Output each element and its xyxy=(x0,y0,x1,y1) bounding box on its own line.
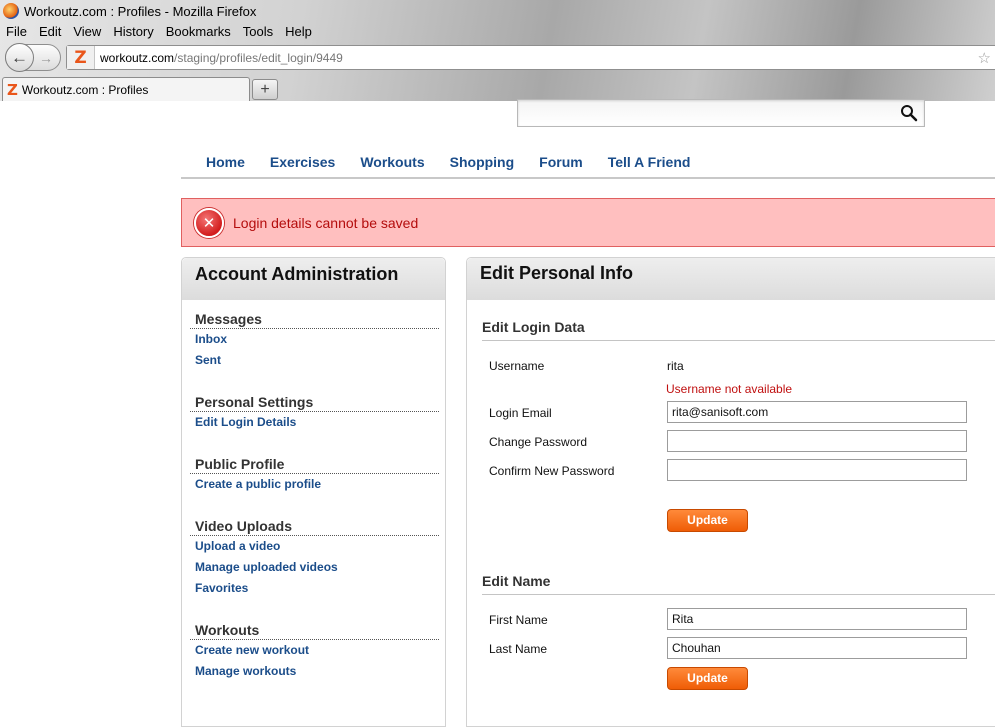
menu-help[interactable]: Help xyxy=(279,22,318,42)
link-inbox[interactable]: Inbox xyxy=(190,329,439,350)
change-password-field[interactable] xyxy=(667,430,967,452)
video-uploads-section: Video Uploads Upload a video Manage uplo… xyxy=(190,513,439,599)
link-edit-login-details[interactable]: Edit Login Details xyxy=(190,412,439,433)
messages-section: Messages Inbox Sent xyxy=(190,306,439,371)
confirm-password-label: Confirm New Password xyxy=(489,464,615,478)
update-login-button[interactable]: Update xyxy=(667,509,748,532)
nav-workouts[interactable]: Workouts xyxy=(335,151,424,177)
username-value: rita xyxy=(667,359,684,373)
tab-title: Workoutz.com : Profiles xyxy=(21,82,149,97)
menu-history[interactable]: History xyxy=(107,22,159,42)
error-banner: ✕ Login details cannot be saved xyxy=(181,198,995,247)
back-arrow-icon: ← xyxy=(11,47,28,67)
address-bar[interactable]: Z workoutz.com/staging/profiles/edit_log… xyxy=(66,45,995,70)
link-create-new-workout[interactable]: Create new workout xyxy=(190,640,439,661)
error-icon: ✕ xyxy=(194,207,224,238)
first-name-label: First Name xyxy=(489,613,548,627)
login-email-label: Login Email xyxy=(489,406,552,420)
edit-login-data-heading: Edit Login Data xyxy=(482,319,995,341)
link-upload-video[interactable]: Upload a video xyxy=(190,536,439,557)
nav-forum[interactable]: Forum xyxy=(514,151,583,177)
error-x-glyph: ✕ xyxy=(202,214,216,232)
bookmark-star-icon[interactable]: ☆ xyxy=(978,49,991,67)
confirm-password-field[interactable] xyxy=(667,459,967,481)
section-title-personal-settings: Personal Settings xyxy=(190,389,439,412)
nav-tell-a-friend[interactable]: Tell A Friend xyxy=(583,151,691,177)
edit-personal-info-title: Edit Personal Info xyxy=(467,258,995,300)
last-name-field[interactable]: Chouhan xyxy=(667,637,967,659)
nav-home[interactable]: Home xyxy=(181,151,245,177)
firefox-logo-icon xyxy=(3,3,19,19)
site-search-input[interactable] xyxy=(517,99,925,127)
tab-favicon-icon: Z xyxy=(7,80,18,99)
site-favicon-icon: Z xyxy=(74,47,87,68)
back-button[interactable]: ← xyxy=(5,43,34,72)
menu-tools[interactable]: Tools xyxy=(237,22,279,42)
menu-bookmarks[interactable]: Bookmarks xyxy=(160,22,237,42)
last-name-label: Last Name xyxy=(489,642,548,656)
url-text: workoutz.com/staging/profiles/edit_login… xyxy=(100,51,343,65)
menu-bar: File Edit View History Bookmarks Tools H… xyxy=(0,22,318,42)
link-sent[interactable]: Sent xyxy=(190,350,439,371)
section-title-public-profile: Public Profile xyxy=(190,451,439,474)
nav-exercises[interactable]: Exercises xyxy=(245,151,335,177)
edit-name-heading: Edit Name xyxy=(482,573,995,595)
site-identity-button[interactable]: Z xyxy=(67,46,95,69)
public-profile-section: Public Profile Create a public profile xyxy=(190,451,439,495)
login-email-field[interactable]: rita@sanisoft.com xyxy=(667,401,967,423)
username-error: Username not available xyxy=(666,382,793,396)
first-name-field[interactable]: Rita xyxy=(667,608,967,630)
username-label: Username xyxy=(489,359,545,373)
main-navigation: Home Exercises Workouts Shopping Forum T… xyxy=(181,151,995,179)
workouts-section: Workouts Create new workout Manage worko… xyxy=(190,617,439,682)
url-path: /staging/profiles/edit_login/9449 xyxy=(174,50,343,65)
link-manage-uploaded-videos[interactable]: Manage uploaded videos xyxy=(190,557,439,578)
section-title-video-uploads: Video Uploads xyxy=(190,513,439,536)
new-tab-button[interactable]: + xyxy=(252,79,278,100)
section-title-workouts: Workouts xyxy=(190,617,439,640)
window-title: Workoutz.com : Profiles - Mozilla Firefo… xyxy=(24,3,257,19)
edit-personal-info-panel: Edit Personal Info Edit Login Data Usern… xyxy=(466,257,995,727)
link-favorites[interactable]: Favorites xyxy=(190,578,439,599)
account-admin-title: Account Administration xyxy=(182,258,445,300)
forward-arrow-icon: → xyxy=(39,49,53,66)
section-title-messages: Messages xyxy=(190,306,439,329)
link-manage-workouts[interactable]: Manage workouts xyxy=(190,661,439,682)
menu-edit[interactable]: Edit xyxy=(33,22,67,42)
nav-shopping[interactable]: Shopping xyxy=(425,151,515,177)
browser-chrome: Workoutz.com : Profiles - Mozilla Firefo… xyxy=(0,0,995,101)
personal-settings-section: Personal Settings Edit Login Details xyxy=(190,389,439,433)
search-icon[interactable] xyxy=(900,104,918,122)
change-password-label: Change Password xyxy=(489,435,588,449)
browser-tab-profiles[interactable]: Z Workoutz.com : Profiles xyxy=(2,77,250,101)
window-titlebar: Workoutz.com : Profiles - Mozilla Firefo… xyxy=(0,0,995,22)
update-name-button[interactable]: Update xyxy=(667,667,748,690)
account-admin-panel: Account Administration Messages Inbox Se… xyxy=(181,257,446,727)
forward-button[interactable]: → xyxy=(36,48,56,67)
plus-icon: + xyxy=(260,80,270,98)
tab-strip: Z Workoutz.com : Profiles + xyxy=(0,77,995,101)
menu-view[interactable]: View xyxy=(67,22,107,42)
error-message: Login details cannot be saved xyxy=(233,214,419,231)
menu-file[interactable]: File xyxy=(0,22,33,42)
navigation-toolbar: ← → Z workoutz.com/staging/profiles/edit… xyxy=(0,42,995,74)
link-create-public-profile[interactable]: Create a public profile xyxy=(190,474,439,495)
url-domain: workoutz.com xyxy=(100,50,175,65)
